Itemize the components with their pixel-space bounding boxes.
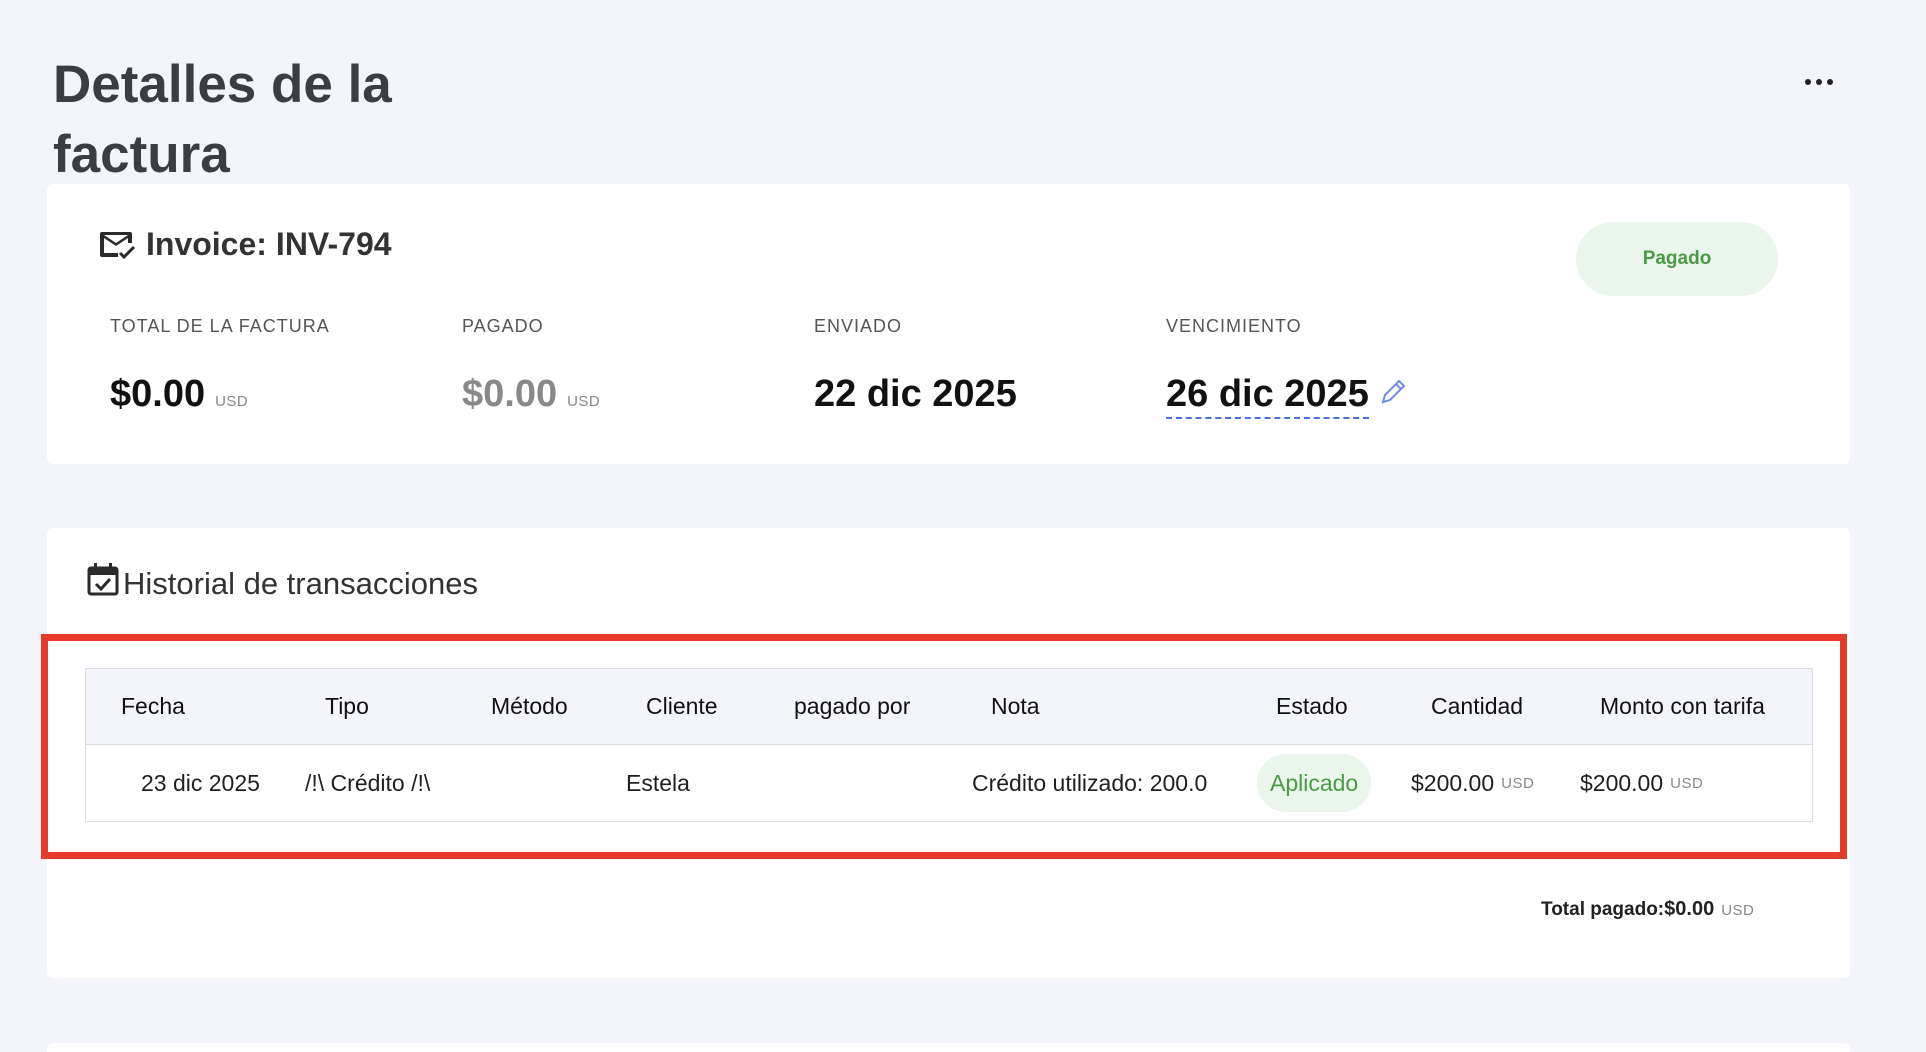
total-paid: Total pagado: $0.00 USD <box>1541 898 1754 921</box>
stat-total: TOTAL DE LA FACTURA $0.00 USD <box>110 316 330 416</box>
due-date-editable[interactable]: 26 dic 2025 <box>1166 373 1369 419</box>
cell-tipo: /!\ Crédito /!\ <box>305 769 431 796</box>
table-row[interactable]: 23 dic 2025 /!\ Crédito /!\ Estela Crédi… <box>86 745 1812 821</box>
cell-cantidad: $200.00 USD <box>1411 769 1535 796</box>
stat-due: VENCIMIENTO 26 dic 2025 <box>1166 316 1407 419</box>
column-header-tipo[interactable]: Tipo <box>325 669 369 744</box>
invoice-title-prefix: Invoice: <box>146 226 267 262</box>
more-options-button[interactable] <box>1796 62 1842 102</box>
status-badge: Pagado <box>1576 222 1778 296</box>
pencil-icon[interactable] <box>1379 378 1407 406</box>
stat-paid: PAGADO $0.00 USD <box>462 316 600 416</box>
column-header-cliente[interactable]: Cliente <box>646 669 718 744</box>
column-header-metodo[interactable]: Método <box>491 669 568 744</box>
invoice-header: Invoice: INV-794 <box>100 226 392 263</box>
stat-sent: ENVIADO 22 dic 2025 <box>814 316 1017 416</box>
next-card <box>47 1043 1850 1052</box>
cell-monto-tarifa: $200.00 USD <box>1580 769 1704 796</box>
invoice-title: Invoice: INV-794 <box>146 226 392 263</box>
invoice-number: INV-794 <box>275 226 392 262</box>
stat-sent-value: 22 dic 2025 <box>814 373 1017 415</box>
column-header-monto-tarifa[interactable]: Monto con tarifa <box>1600 669 1765 744</box>
mail-check-icon <box>100 231 136 259</box>
history-title: Historial de transacciones <box>123 566 478 601</box>
total-paid-currency: USD <box>1721 902 1755 919</box>
stat-paid-value: $0.00 USD <box>462 373 601 415</box>
calendar-check-icon <box>87 563 119 596</box>
stat-sent-label: ENVIADO <box>814 316 903 336</box>
status-badge-applied: Aplicado <box>1257 754 1372 812</box>
total-paid-value: $0.00 <box>1664 898 1715 920</box>
cell-cliente: Estela <box>626 769 690 796</box>
column-header-nota[interactable]: Nota <box>991 669 1040 744</box>
invoice-summary-card: Invoice: INV-794 Pagado TOTAL DE LA FACT… <box>47 184 1850 464</box>
stat-due-value: 26 dic 2025 <box>1166 373 1407 419</box>
stat-paid-currency: USD <box>567 393 601 410</box>
column-header-pagado-por[interactable]: pagado por <box>794 669 910 744</box>
total-paid-label: Total pagado: <box>1541 899 1665 920</box>
column-header-fecha[interactable]: Fecha <box>121 669 185 744</box>
stat-paid-label: PAGADO <box>462 316 544 336</box>
stat-total-value: $0.00 USD <box>110 373 249 415</box>
cell-nota: Crédito utilizado: 200.0 <box>972 769 1208 796</box>
stat-total-currency: USD <box>215 393 249 410</box>
column-header-cantidad[interactable]: Cantidad <box>1431 669 1523 744</box>
transactions-table: Fecha Tipo Método Cliente pagado por Not… <box>85 668 1813 822</box>
table-header-row: Fecha Tipo Método Cliente pagado por Not… <box>86 669 1812 745</box>
page-title: Detalles de la factura <box>53 55 392 184</box>
history-header: Historial de transacciones <box>87 563 478 602</box>
stat-due-label: VENCIMIENTO <box>1166 316 1302 336</box>
more-horizontal-icon <box>1805 79 1811 85</box>
cell-fecha: 23 dic 2025 <box>141 769 260 796</box>
cell-estado: Aplicado <box>1257 745 1372 821</box>
stat-total-label: TOTAL DE LA FACTURA <box>110 316 330 336</box>
column-header-estado[interactable]: Estado <box>1276 669 1348 744</box>
invoice-details-page: Detalles de la factura Invoice: INV-794 … <box>0 0 1926 1052</box>
